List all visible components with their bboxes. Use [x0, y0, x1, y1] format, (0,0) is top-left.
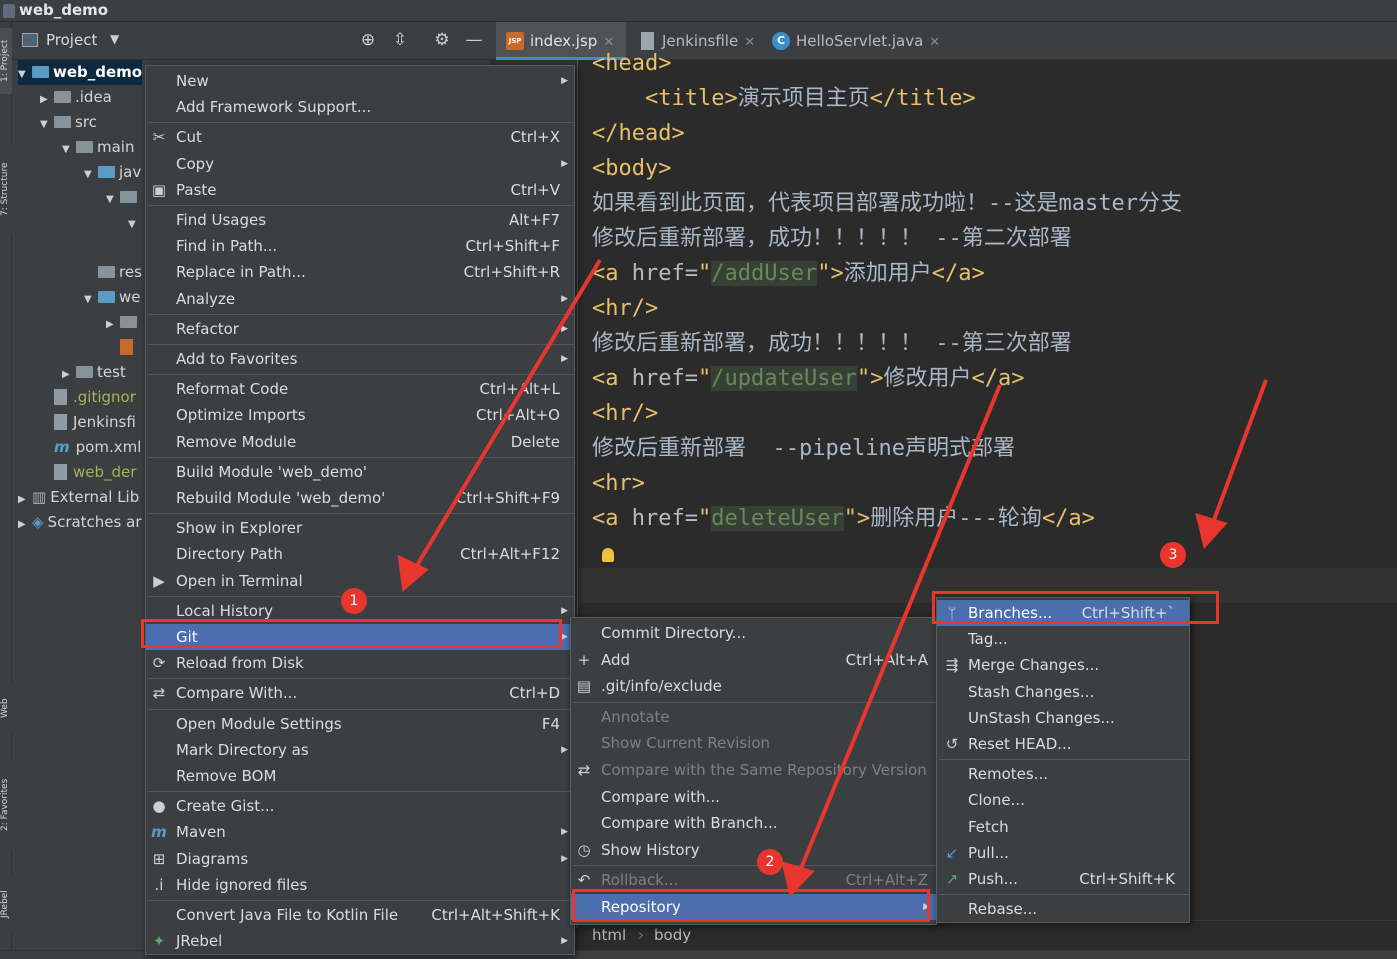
arrow-2-line [795, 384, 1002, 879]
arrow-1-line [411, 258, 602, 574]
annotation-arrows [397, 258, 1268, 898]
arrow-2-head [781, 861, 815, 898]
arrow-3-line [1209, 379, 1268, 529]
arrow-1-head [397, 554, 429, 592]
arrow-3-head [1195, 513, 1228, 550]
